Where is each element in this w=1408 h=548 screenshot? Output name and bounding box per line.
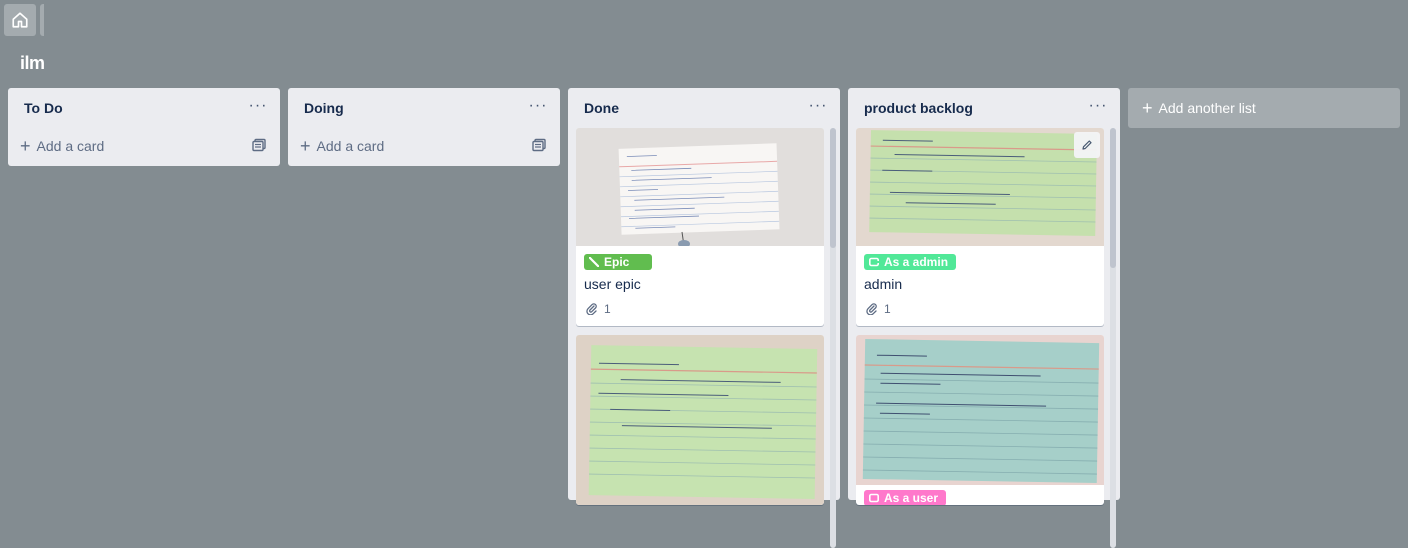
card-title: user epic	[584, 276, 641, 292]
list-to-do: To Do ··· + Add a card	[8, 88, 280, 166]
list-title[interactable]: To Do	[24, 100, 63, 116]
label-tag-icon	[869, 493, 879, 503]
add-card-button[interactable]: + Add a card	[300, 134, 384, 158]
board-header	[0, 0, 1408, 40]
card-label: Epic	[584, 254, 652, 270]
home-icon	[12, 12, 28, 28]
list-title[interactable]: product backlog	[864, 100, 973, 116]
list-header: product backlog ···	[848, 88, 1120, 128]
list-menu-icon[interactable]: ···	[528, 96, 548, 116]
label-stripe-icon	[589, 257, 599, 267]
list-menu-icon[interactable]: ···	[808, 96, 828, 116]
add-another-list-button[interactable]: + Add another list	[1128, 88, 1400, 128]
card-label: As a user	[864, 490, 947, 505]
attachment-badge: 1	[586, 302, 611, 316]
list-header: Done ···	[568, 88, 840, 128]
list-menu-icon[interactable]: ···	[1088, 96, 1108, 116]
card-user[interactable]: As a user	[856, 335, 1104, 505]
add-list-label: Add another list	[1158, 100, 1256, 116]
edit-card-button[interactable]	[1074, 132, 1100, 158]
plus-icon: +	[1142, 98, 1153, 118]
boards-button[interactable]	[40, 4, 44, 36]
add-card-area: + Add a card	[8, 128, 280, 166]
add-card-button[interactable]: + Add a card	[20, 134, 104, 158]
card-cover-image	[856, 128, 1104, 246]
plus-icon: +	[300, 136, 311, 156]
board-title[interactable]: ilm	[20, 53, 45, 74]
label-tag-icon	[869, 257, 879, 267]
card-label-text: As a admin	[884, 255, 949, 269]
plus-icon: +	[20, 136, 31, 156]
card-instructor[interactable]	[576, 335, 824, 505]
card-label: As a admin	[864, 254, 957, 270]
list-menu-icon[interactable]: ···	[248, 96, 268, 116]
home-button[interactable]	[4, 4, 36, 36]
list-title[interactable]: Done	[584, 100, 619, 116]
list-scrollbar[interactable]	[830, 128, 836, 548]
paperclip-icon	[586, 303, 597, 315]
list-scrollbar[interactable]	[1110, 128, 1116, 548]
list-product-backlog: product backlog ··· As a admin admin 1 A…	[848, 88, 1120, 548]
attachment-count: 1	[884, 302, 891, 316]
scrollbar-thumb[interactable]	[1110, 128, 1116, 268]
add-card-area: + Add a card	[288, 128, 560, 166]
card-cover-image	[576, 335, 824, 505]
list-doing: Doing ··· + Add a card	[288, 88, 560, 166]
card-cover-image	[576, 128, 824, 246]
card-admin[interactable]: As a admin admin 1	[856, 128, 1104, 326]
add-card-label: Add a card	[316, 138, 385, 154]
card-template-icon[interactable]	[252, 138, 266, 152]
list-header: To Do ···	[8, 88, 280, 128]
attachment-count: 1	[604, 302, 611, 316]
scrollbar-thumb[interactable]	[830, 128, 836, 248]
card-title: admin	[864, 276, 903, 292]
card-label-text: As a user	[884, 491, 939, 505]
paperclip-icon	[866, 303, 877, 315]
list-title[interactable]: Doing	[304, 100, 344, 116]
list-done: Done ··· Epic user epic 1	[568, 88, 840, 548]
card-user-epic[interactable]: Epic user epic 1	[576, 128, 824, 326]
add-card-label: Add a card	[36, 138, 105, 154]
card-cover-image	[856, 335, 1104, 485]
attachment-badge: 1	[866, 302, 891, 316]
list-header: Doing ···	[288, 88, 560, 128]
pencil-icon	[1082, 140, 1092, 150]
card-label-text: Epic	[604, 255, 630, 269]
card-template-icon[interactable]	[532, 138, 546, 152]
